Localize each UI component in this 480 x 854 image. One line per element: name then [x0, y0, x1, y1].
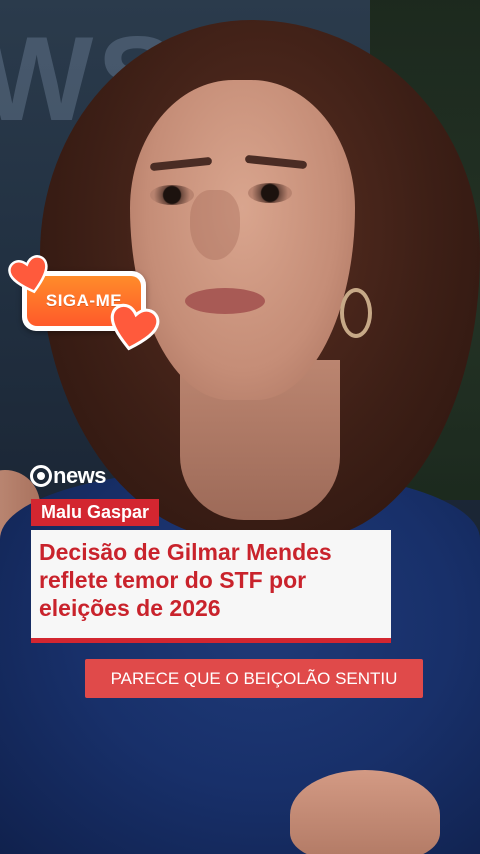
- reporter-name-tag: Malu Gaspar: [31, 499, 160, 526]
- presenter-hand: [290, 770, 440, 854]
- headline-box: Decisão de Gilmar Mendes reflete temor d…: [31, 530, 391, 643]
- presenter-face: [130, 80, 355, 400]
- video-frame: WS: [0, 0, 480, 854]
- channel-logo: news: [30, 463, 107, 489]
- right-eye: [248, 183, 292, 203]
- follow-sticker-label: SIGA-ME: [45, 291, 123, 310]
- earring: [340, 288, 372, 338]
- g-logo-icon: [30, 465, 52, 487]
- video-caption: PARECE QUE O BEIÇOLÃO SENTIU: [85, 659, 423, 698]
- heart-icon: [104, 301, 162, 356]
- presenter-mouth: [185, 288, 265, 314]
- headline-text: Decisão de Gilmar Mendes reflete temor d…: [39, 539, 332, 621]
- channel-logo-text: news: [53, 463, 107, 488]
- presenter-nose: [190, 190, 240, 260]
- left-eye: [150, 185, 194, 205]
